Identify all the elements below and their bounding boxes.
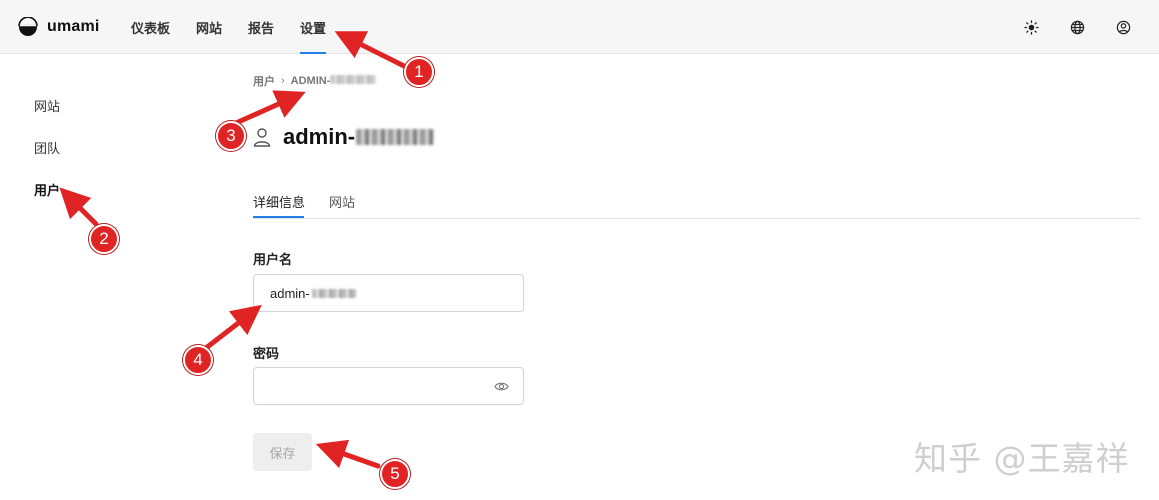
password-label: 密码 xyxy=(253,346,280,361)
password-input[interactable] xyxy=(253,367,524,405)
tab-websites[interactable]: 网站 xyxy=(329,192,355,211)
annotation-badge-2: 2 xyxy=(89,224,119,254)
watermark: 知乎 @王嘉祥 xyxy=(914,439,1130,478)
settings-sidebar: 网站 团队 用户 xyxy=(0,54,200,500)
breadcrumb-current: ADMIN- xyxy=(291,75,377,87)
sidebar-item-websites[interactable]: 网站 xyxy=(34,96,60,115)
sidebar-item-teams[interactable]: 团队 xyxy=(34,138,60,157)
tab-details[interactable]: 详细信息 xyxy=(253,192,305,211)
annotation-badge-3: 3 xyxy=(216,121,246,151)
breadcrumb: 用户 › ADMIN- xyxy=(253,73,377,89)
nav-dashboard[interactable]: 仪表板 xyxy=(118,0,183,54)
globe-icon[interactable] xyxy=(1070,20,1085,35)
arrow-5 xyxy=(315,439,381,469)
breadcrumb-users-link[interactable]: 用户 xyxy=(253,73,275,89)
nav-reports[interactable]: 报告 xyxy=(235,0,287,54)
chevron-right-icon: › xyxy=(281,75,285,87)
username-input[interactable]: admin- xyxy=(253,274,524,312)
redacted-text xyxy=(311,289,356,298)
main-nav: 仪表板 网站 报告 设置 xyxy=(118,0,339,54)
tab-bar: 详细信息 网站 xyxy=(253,182,1141,219)
redacted-text xyxy=(330,75,377,84)
eye-icon[interactable] xyxy=(494,380,509,393)
username-value: admin- xyxy=(270,286,356,301)
save-button[interactable]: 保存 xyxy=(253,433,312,471)
nav-settings[interactable]: 设置 xyxy=(287,0,339,54)
app-name: umami xyxy=(47,18,100,35)
page-title: admin- xyxy=(283,124,435,150)
top-bar: umami 仪表板 网站 报告 设置 xyxy=(0,0,1159,54)
app-logo[interactable]: umami xyxy=(18,16,100,38)
sun-icon[interactable] xyxy=(1024,19,1039,35)
annotation-badge-5: 5 xyxy=(380,459,410,489)
user-circle-icon[interactable] xyxy=(1116,20,1131,35)
redacted-text xyxy=(356,129,435,145)
umami-logo-icon xyxy=(18,17,38,36)
sidebar-item-users[interactable]: 用户 xyxy=(34,180,60,199)
arrow-4 xyxy=(203,304,262,351)
page-header: admin- xyxy=(253,123,435,151)
nav-websites[interactable]: 网站 xyxy=(183,0,235,54)
arrow-3 xyxy=(233,90,306,126)
username-label: 用户名 xyxy=(253,252,293,267)
annotation-badge-4: 4 xyxy=(183,345,213,375)
user-icon xyxy=(253,128,271,147)
top-icon-group xyxy=(1024,0,1131,54)
active-tab-indicator xyxy=(253,216,304,218)
annotation-badge-1: 1 xyxy=(404,57,434,87)
